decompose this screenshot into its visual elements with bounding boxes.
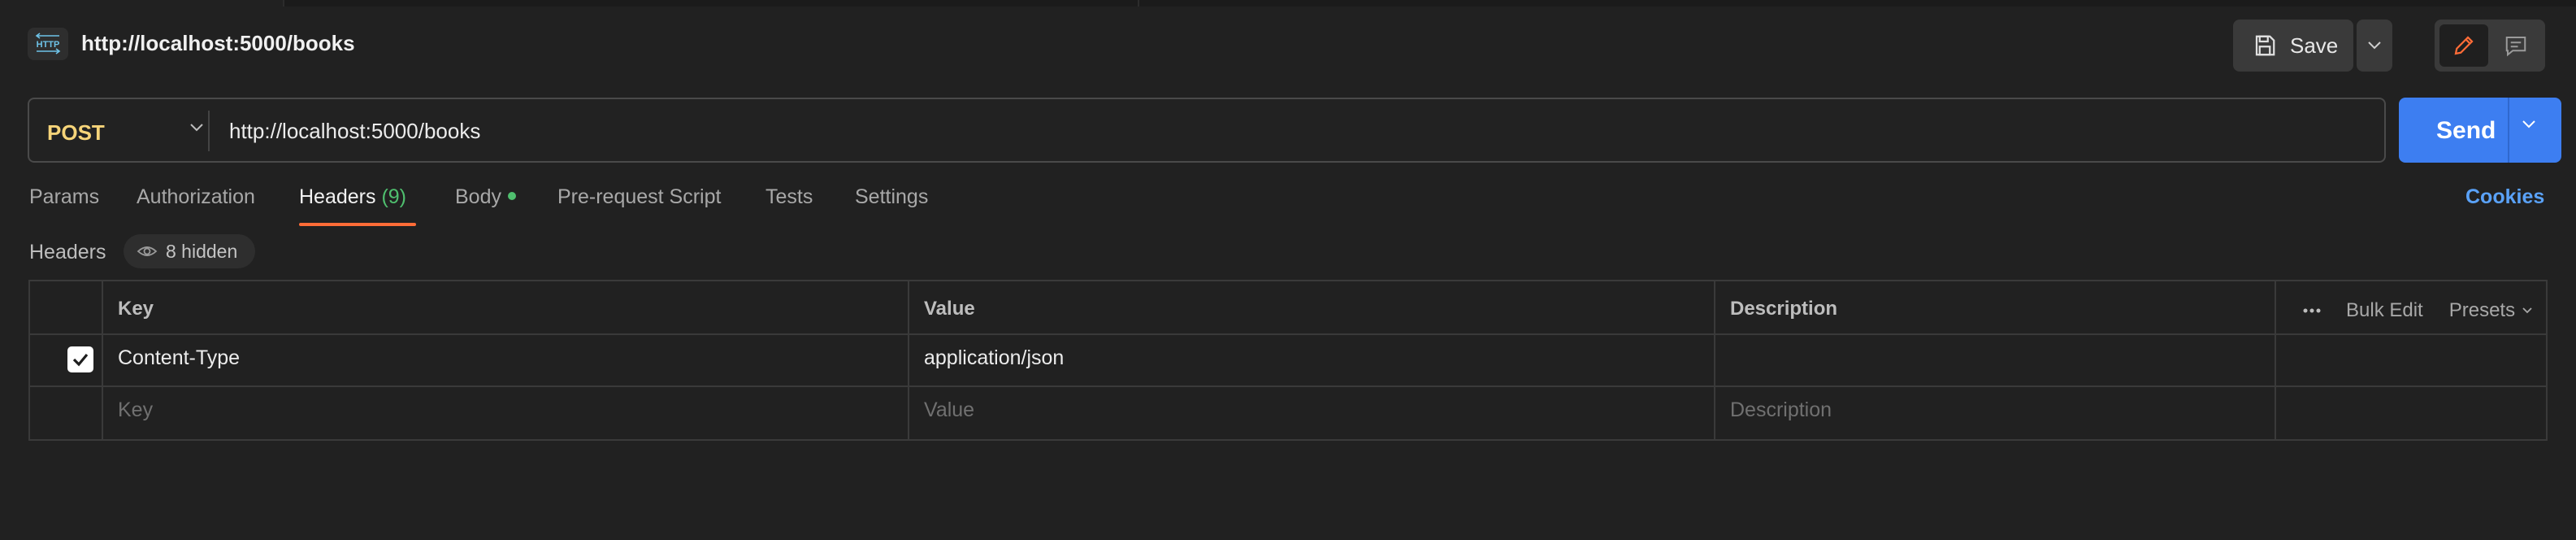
send-button[interactable]: Send (2399, 98, 2561, 163)
chevron-down-icon (2368, 41, 2381, 50)
presets-label: Presets (2448, 299, 2516, 321)
active-tab-indicator (299, 223, 416, 226)
save-label: Save (2290, 33, 2339, 58)
chevron-down-icon[interactable] (2521, 119, 2537, 130)
cookies-link[interactable]: Cookies (2465, 185, 2544, 209)
eye-icon (137, 246, 158, 256)
request-header: HTTP http://localhost:5000/books Save (0, 15, 2576, 75)
column-divider (908, 281, 909, 441)
header-key-cell[interactable]: Content-Type (118, 346, 240, 370)
url-input[interactable]: http://localhost:5000/books (229, 119, 480, 144)
comment-mode-button[interactable] (2491, 24, 2540, 67)
headers-count: (9) (381, 185, 407, 208)
new-value-input[interactable]: Value (924, 398, 974, 422)
checkmark-icon (72, 353, 89, 367)
chevron-down-icon (2522, 307, 2532, 314)
request-tab[interactable] (286, 0, 1139, 7)
bulk-edit-button[interactable]: Bulk Edit (2346, 299, 2423, 322)
row-divider (30, 385, 2548, 387)
method-select[interactable]: POST (47, 120, 105, 146)
active-request-tab[interactable] (0, 0, 284, 7)
column-header-key: Key (118, 298, 154, 320)
svg-text:HTTP: HTTP (37, 40, 60, 50)
tab-pre-request-script[interactable]: Pre-request Script (557, 185, 721, 209)
tab-params[interactable]: Params (29, 185, 99, 209)
tab-headers[interactable]: Headers (9) (299, 185, 406, 209)
tab-body[interactable]: Body (455, 185, 516, 209)
table-actions: Bulk Edit Presets (2302, 294, 2533, 327)
tab-settings[interactable]: Settings (855, 185, 928, 209)
header-value-cell[interactable]: application/json (924, 346, 1064, 370)
window-tab-strip (0, 0, 2576, 7)
tab-tests[interactable]: Tests (765, 185, 813, 209)
more-options-icon[interactable] (2302, 307, 2335, 314)
new-description-input[interactable]: Description (1730, 398, 1832, 422)
tab-authorization[interactable]: Authorization (137, 185, 255, 209)
hidden-headers-toggle[interactable]: 8 hidden (124, 234, 256, 268)
send-split-divider (2508, 98, 2509, 163)
request-title[interactable]: http://localhost:5000/books (81, 31, 355, 56)
url-bar: POST http://localhost:5000/books (28, 98, 2386, 163)
edit-mode-button[interactable] (2439, 24, 2488, 67)
save-button[interactable]: Save (2233, 20, 2353, 72)
headers-table: Key Value Description Bulk Edit Presets … (28, 280, 2548, 441)
comment-icon (2505, 37, 2526, 57)
url-divider (208, 111, 210, 151)
row-enabled-checkbox[interactable] (67, 346, 93, 372)
column-header-description: Description (1730, 298, 1838, 320)
chevron-down-icon[interactable] (189, 122, 205, 133)
body-indicator-dot (507, 192, 516, 201)
presets-dropdown[interactable]: Presets (2449, 299, 2533, 322)
column-divider (2275, 281, 2276, 441)
column-divider (102, 281, 103, 441)
column-header-value: Value (924, 298, 975, 320)
pencil-icon (2454, 36, 2474, 55)
new-key-input[interactable]: Key (118, 398, 153, 422)
hidden-count-label: 8 hidden (166, 240, 238, 262)
row-divider (30, 333, 2548, 335)
column-divider (1714, 281, 1715, 441)
http-icon: HTTP (28, 28, 68, 60)
headers-section-label: Headers (29, 241, 106, 263)
save-options-button[interactable] (2357, 20, 2392, 72)
send-label: Send (2436, 117, 2496, 144)
save-icon (2255, 35, 2275, 56)
mode-toggle (2435, 20, 2545, 72)
